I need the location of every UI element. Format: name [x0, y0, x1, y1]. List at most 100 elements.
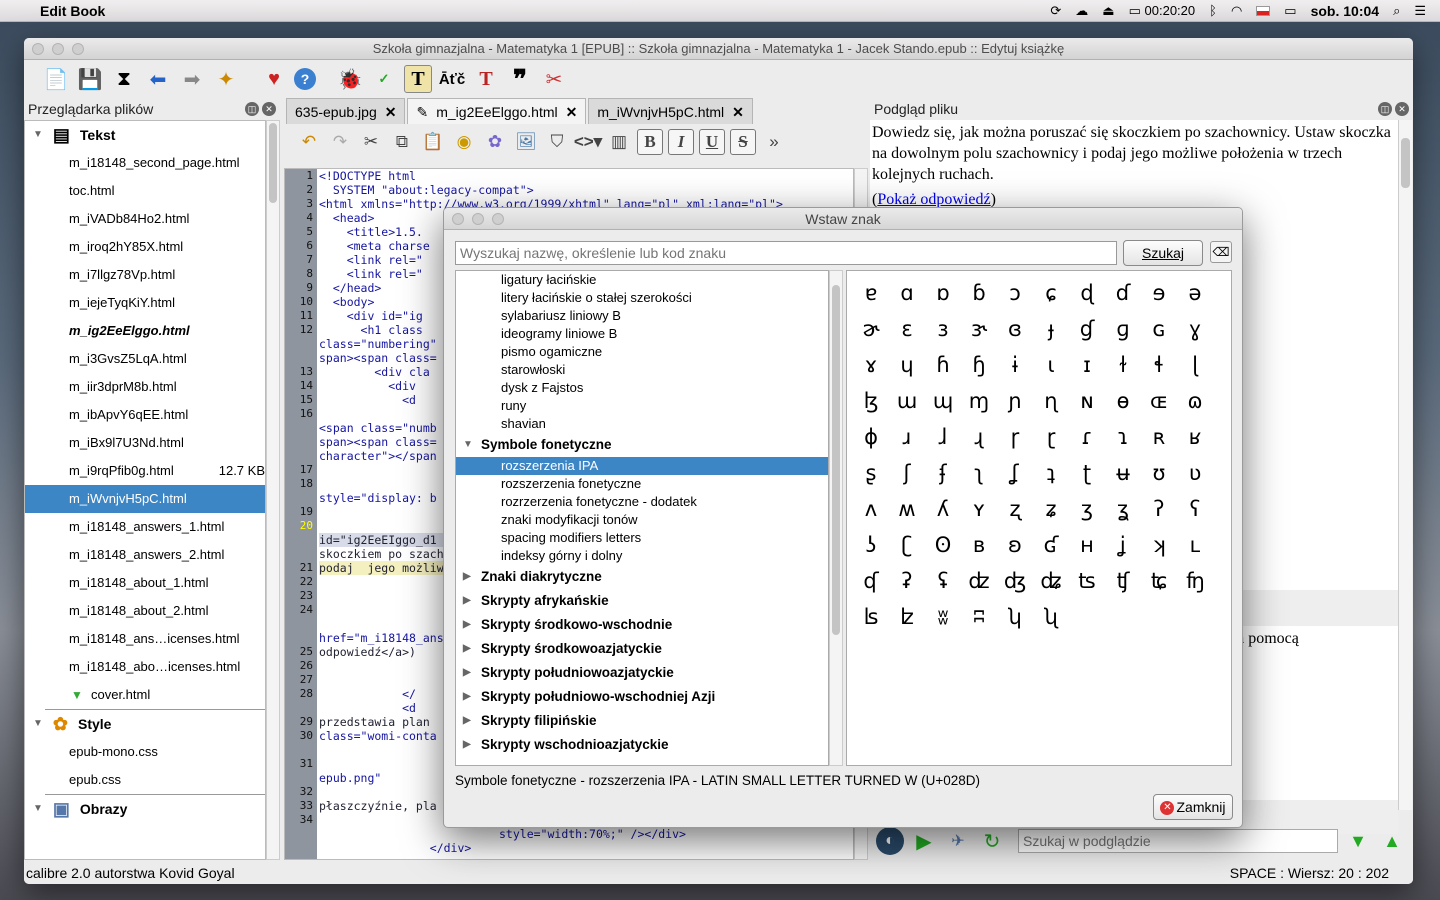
character-cell[interactable]: ʩ [1177, 563, 1213, 599]
expanded-arrow-icon[interactable]: ▼ [463, 433, 473, 457]
editor-tab[interactable]: 635-epub.jpg ✕ [286, 98, 406, 124]
character-cell[interactable]: ɜ [925, 311, 961, 347]
file-item[interactable]: m_i18148_abo…icenses.html [25, 653, 265, 681]
code-tag-icon[interactable]: <>▾ [574, 129, 602, 155]
character-cell[interactable]: ɼ [997, 419, 1033, 455]
cut-icon[interactable]: ✂ [358, 129, 384, 155]
tree-subcategory[interactable]: indeksy górny i dolny [456, 547, 828, 565]
character-cell[interactable]: ʓ [1105, 491, 1141, 527]
character-cell[interactable]: ʟ [1177, 527, 1213, 563]
tree-category[interactable]: ▶ Znaki diakrytyczne [456, 565, 828, 589]
collapsed-arrow-icon[interactable]: ▶ [463, 565, 471, 589]
character-cell[interactable]: ɟ [1033, 311, 1069, 347]
tree-category[interactable]: ▶ Skrypty środkowo-wschodnie [456, 613, 828, 637]
character-cell[interactable]: ʆ [997, 455, 1033, 491]
insert-image-icon[interactable]: ◉ [451, 129, 477, 155]
collapsed-arrow-icon[interactable]: ▶ [463, 589, 471, 613]
undo-icon[interactable]: ↶ [296, 129, 322, 155]
smart-quotes-icon[interactable]: ❞ [506, 64, 534, 94]
character-cell[interactable]: ɮ [853, 383, 889, 419]
character-cell[interactable]: ʉ [1105, 455, 1141, 491]
file-item[interactable]: m_i18148_second_page.html [25, 149, 265, 177]
cloud-icon[interactable]: ☁ [1075, 3, 1088, 19]
columns-icon[interactable]: ▥ [606, 129, 632, 155]
float-panel-icon[interactable]: ◫ [245, 102, 259, 116]
app-name-menu[interactable]: Edit Book [40, 3, 105, 19]
refresh-icon[interactable]: ↻ [978, 827, 1006, 855]
character-cell[interactable]: ʊ [1141, 455, 1177, 491]
character-cell[interactable]: ɬ [1141, 347, 1177, 383]
category-text[interactable]: ▼ ▤ Tekst [25, 121, 265, 149]
character-cell[interactable]: ʘ [925, 527, 961, 563]
tree-subcategory[interactable]: rozszerzenia IPA [456, 457, 828, 475]
character-cell[interactable]: ɐ [853, 275, 889, 311]
help-icon[interactable]: ? [294, 68, 316, 90]
close-panel-icon[interactable]: ✕ [1395, 102, 1409, 116]
file-item[interactable]: m_iroq2hY85X.html [25, 233, 265, 261]
file-item[interactable]: m_ig2EeElggo.html [25, 317, 265, 345]
character-cell[interactable]: ʒ [1069, 491, 1105, 527]
file-item[interactable]: m_i18148_about_2.html [25, 597, 265, 625]
character-cell[interactable]: ʕ [1177, 491, 1213, 527]
paste-icon[interactable]: 📋 [420, 129, 446, 155]
italic-icon[interactable]: I [668, 129, 694, 155]
tree-subcategory[interactable]: pismo ogamiczne [456, 343, 828, 361]
battery-icon[interactable]: ▭ [1284, 3, 1296, 19]
checkpoint-icon[interactable]: ⧗ [110, 65, 138, 93]
file-item[interactable]: toc.html [25, 177, 265, 205]
file-item[interactable]: m_ibApvY6qEE.html [25, 401, 265, 429]
character-cell[interactable]: ɿ [1105, 419, 1141, 455]
file-item[interactable]: ▼ cover.html [25, 681, 265, 709]
character-cell[interactable]: ɥ [889, 347, 925, 383]
character-search-input[interactable] [455, 241, 1117, 265]
character-cell[interactable]: ʎ [925, 491, 961, 527]
category-tree-scrollbar[interactable] [829, 270, 843, 766]
tree-category[interactable]: ▶ Skrypty filipińskie [456, 709, 828, 733]
file-item[interactable]: m_i18148_about_1.html [25, 569, 265, 597]
character-cell[interactable]: ʣ [961, 563, 997, 599]
character-cell[interactable]: ʭ [961, 599, 997, 635]
character-cell[interactable]: ʮ [997, 599, 1033, 635]
character-cell[interactable]: ɔ [997, 275, 1033, 311]
sync-icon[interactable]: ⟳ [1050, 3, 1061, 19]
character-cell[interactable]: ɨ [997, 347, 1033, 383]
file-item[interactable]: m_iVADb84Ho2.html [25, 205, 265, 233]
character-cell[interactable]: ɕ [1033, 275, 1069, 311]
show-answer-link[interactable]: Pokaż odpowiedź [877, 191, 990, 208]
character-cell[interactable]: ɻ [961, 419, 997, 455]
character-cell[interactable]: ʜ [1069, 527, 1105, 563]
character-cell[interactable]: ɰ [925, 383, 961, 419]
character-cell[interactable]: ʤ [997, 563, 1033, 599]
character-cell[interactable]: ɣ [1177, 311, 1213, 347]
character-cell[interactable]: ʑ [1033, 491, 1069, 527]
character-cell[interactable]: ʢ [925, 563, 961, 599]
character-cell[interactable]: ʬ [925, 599, 961, 635]
spellcheck-icon[interactable]: ✓ [370, 65, 398, 93]
collapsed-arrow-icon[interactable]: ▶ [463, 637, 471, 661]
character-cell[interactable]: ʞ [1141, 527, 1177, 563]
character-cell[interactable]: ʌ [853, 491, 889, 527]
character-cell[interactable]: ʧ [1105, 563, 1141, 599]
character-cell[interactable]: ʗ [889, 527, 925, 563]
character-cell[interactable]: ɩ [1033, 347, 1069, 383]
wifi-icon[interactable]: ◠ [1231, 3, 1242, 19]
tree-subcategory[interactable]: runy [456, 397, 828, 415]
character-cell[interactable]: ɠ [1069, 311, 1105, 347]
font-report-icon[interactable]: T [404, 65, 432, 93]
character-cell[interactable]: ʃ [889, 455, 925, 491]
insert-special-char-icon[interactable]: ✿ [482, 129, 508, 155]
strikethrough-icon[interactable]: S [730, 129, 756, 155]
tree-subcategory[interactable]: rozrzerzenia fonetyczne - dodatek [456, 493, 828, 511]
category-style[interactable]: ▼ ✿ Style [25, 710, 265, 738]
collapsed-arrow-icon[interactable]: ▶ [463, 733, 471, 757]
preview-search-input[interactable] [1018, 829, 1338, 853]
search-button[interactable]: Szukaj [1123, 240, 1203, 266]
character-cell[interactable]: ʁ [1177, 419, 1213, 455]
character-cell[interactable]: ɫ [1105, 347, 1141, 383]
battery-timer[interactable]: ▭ 00:20:20 [1129, 3, 1196, 19]
tree-category[interactable]: ▶ Skrypty wschodnioazjatyckie [456, 733, 828, 757]
more-tools-icon[interactable]: » [761, 129, 787, 155]
character-cell[interactable]: ɖ [1069, 275, 1105, 311]
character-cell[interactable]: ɝ [961, 311, 997, 347]
collapsed-arrow-icon[interactable]: ▶ [463, 661, 471, 685]
